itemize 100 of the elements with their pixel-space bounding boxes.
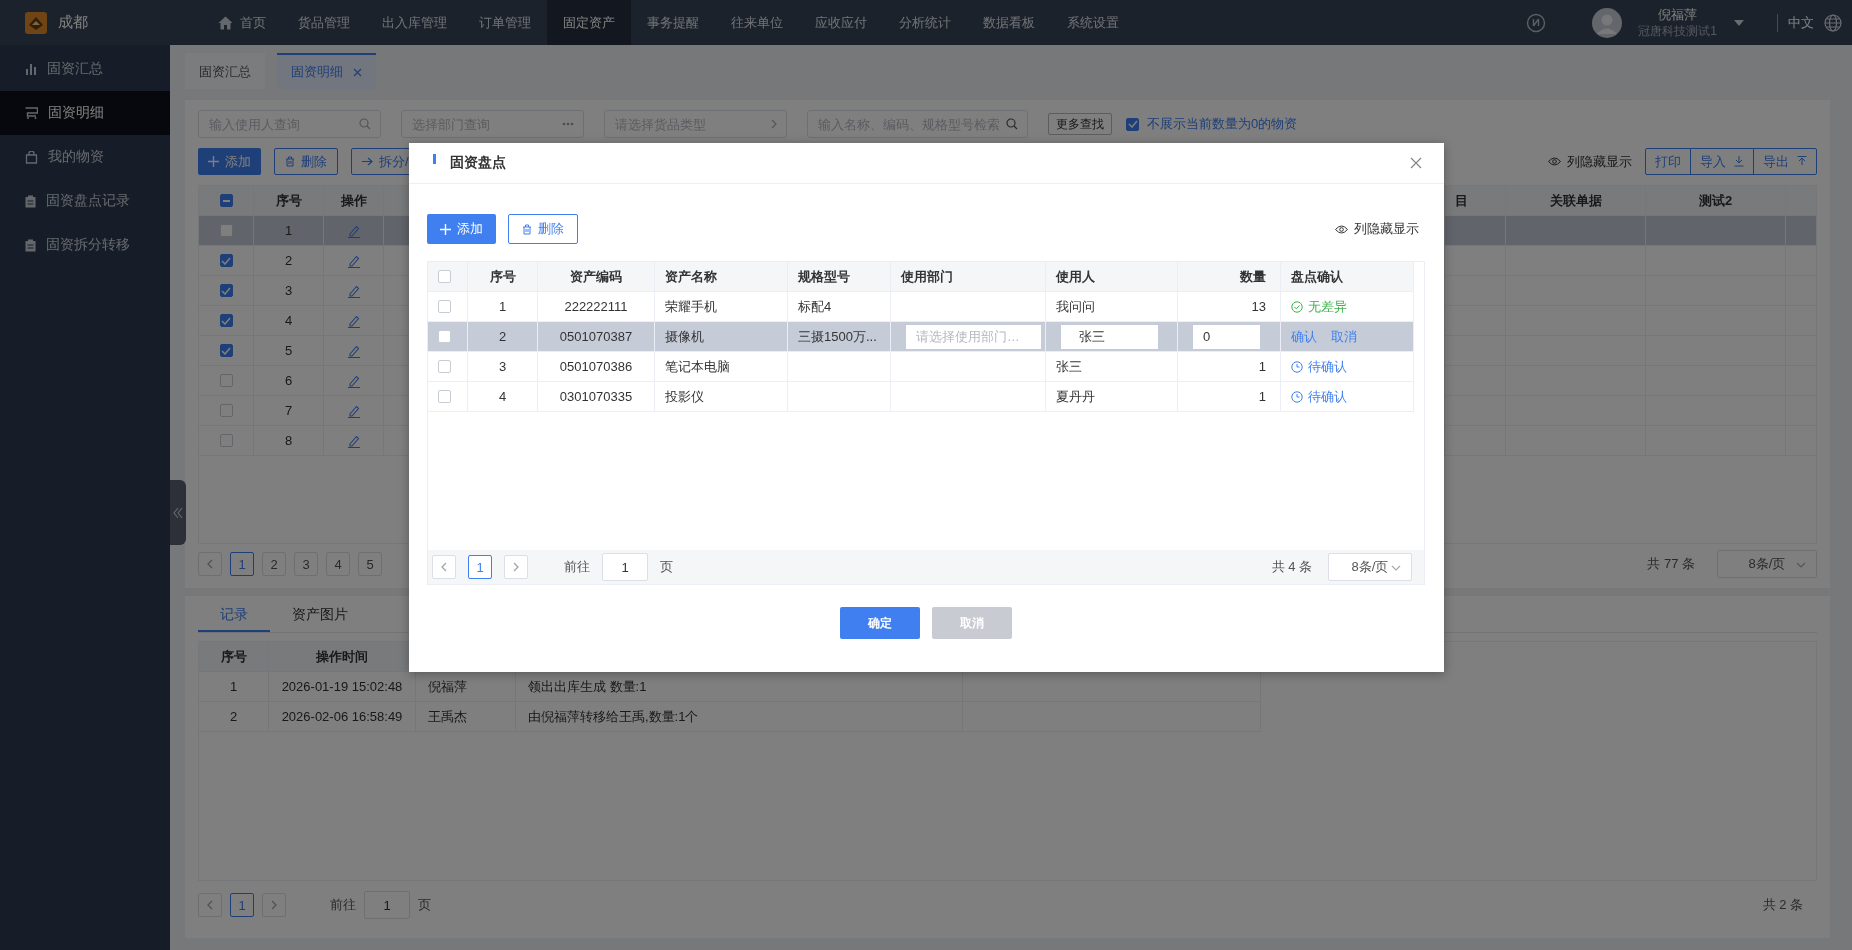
checkbox[interactable] [219,434,233,447]
page-button[interactable]: 1 [468,555,492,579]
caret-icon[interactable] [1733,18,1745,27]
nav-menu-item[interactable]: 数据看板 [967,0,1051,45]
edit-icon[interactable] [346,433,361,448]
checkbox[interactable] [219,254,233,267]
checkbox[interactable] [219,284,233,297]
page-button[interactable]: 2 [262,552,286,576]
action-link[interactable]: 确认 [1291,327,1317,346]
column-toggle-button[interactable]: 列隐藏显示 [1335,220,1419,238]
page-button[interactable]: 1 [230,893,254,917]
globe-icon[interactable] [1824,13,1842,32]
nav-menu-item[interactable]: 应收应付 [799,0,883,45]
nav-menu-item[interactable]: 固定资产 [547,0,631,45]
page-tab[interactable]: 固资明细 [277,53,376,89]
nav-menu-item[interactable]: 出入库管理 [366,0,463,45]
page-size-select[interactable]: 8条/页 [1717,550,1817,578]
nav-menu-item[interactable]: 货品管理 [282,0,366,45]
page-input[interactable]: 1 [364,891,410,919]
sidebar-item[interactable]: 固资拆分转移 [0,223,170,267]
table-cell: 3 [254,276,324,305]
page-button[interactable]: 1 [230,552,254,576]
bag-icon [25,150,38,164]
checkbox[interactable] [219,344,233,357]
nav-menu-item[interactable]: 订单管理 [463,0,547,45]
previous-page-button[interactable] [198,893,222,917]
chevron-right-icon [771,119,777,129]
edit-icon[interactable] [346,223,361,238]
table-cell: 我问问 [1046,292,1178,321]
nav-menu-item[interactable]: 往来单位 [715,0,799,45]
previous-page-button[interactable] [432,555,456,579]
trash-icon [285,156,295,167]
bar-chart-icon [25,63,37,75]
tab[interactable]: 资产图片 [270,600,370,632]
nav-menu-item[interactable]: 首页 [202,0,282,45]
edit-icon[interactable] [346,343,361,358]
nav-menu-item[interactable]: 事务提醒 [631,0,715,45]
checkbox[interactable] [438,390,451,403]
print-button[interactable]: 打印 [1646,149,1690,174]
edit-icon[interactable] [346,313,361,328]
table-row[interactable]: 3 0501070386 笔记本电脑 张三 1 待确认 [428,352,1414,382]
table-row[interactable]: 4 0301070335 投影仪 夏丹丹 1 待确认 [428,382,1414,412]
edit-icon[interactable] [346,403,361,418]
page-input[interactable]: 1 [602,553,648,581]
column-toggle-button[interactable]: 列隐藏显示 [1548,152,1632,171]
add-button[interactable]: 添加 [198,148,261,175]
export-button[interactable]: 导出 [1753,149,1816,174]
nav-menu-item[interactable]: 系统设置 [1051,0,1135,45]
next-page-button[interactable] [262,893,286,917]
sidebar-item[interactable]: 我的物资 [0,135,170,179]
checkbox[interactable] [219,224,233,237]
more-search-button[interactable]: 更多查找 [1048,113,1112,135]
close-icon[interactable] [1410,157,1422,169]
page-button[interactable]: 3 [294,552,318,576]
status-label: 无差异 [1291,297,1347,316]
checkbox[interactable] [219,404,233,417]
table-cell: 13 [1178,292,1281,321]
add-button[interactable]: 添加 [427,214,496,244]
sidebar-item[interactable]: 固资盘点记录 [0,179,170,223]
collapse-handle[interactable] [170,480,186,545]
checkbox[interactable] [219,314,233,327]
table-cell: 1 [1178,352,1281,381]
delete-button[interactable]: 删除 [274,148,338,175]
edit-icon[interactable] [346,283,361,298]
page-button[interactable]: 4 [326,552,350,576]
sidebar-item[interactable]: 固资明细 [0,91,170,135]
chevron-left-icon [440,562,448,572]
checkbox[interactable] [438,360,451,373]
page-button[interactable]: 5 [358,552,382,576]
language-label[interactable]: 中文 [1788,13,1814,32]
column-header: 使用部门 [891,262,1046,291]
edit-icon[interactable] [346,373,361,388]
checkbox[interactable] [438,330,451,343]
page-size-select[interactable]: 8条/页 [1328,553,1412,581]
import-button[interactable]: 导入 [1690,149,1753,174]
checkbox[interactable] [438,300,451,313]
table-row[interactable]: 2 0501070387 摄像机 三摄1500万... 请选择使用部门… 张三 0 确认 取消 [428,322,1414,352]
sidebar-item[interactable]: 固资汇总 [0,47,170,91]
badge-icon[interactable] [1526,12,1547,33]
user-input[interactable]: 张三 [1061,324,1158,349]
nav-menu-item[interactable]: 分析统计 [883,0,967,45]
quantity-input[interactable]: 0 [1193,324,1260,349]
confirm-button[interactable]: 确定 [840,607,920,639]
user-name: 倪福萍 [1658,6,1698,23]
action-link[interactable]: 取消 [1331,327,1357,346]
table-cell: 1 [1178,382,1281,411]
avatar[interactable] [1592,7,1623,38]
previous-page-button[interactable] [198,552,222,576]
close-icon[interactable] [353,67,362,77]
checkbox[interactable] [219,374,233,387]
next-page-button[interactable] [504,555,528,579]
checkbox[interactable] [1126,117,1139,131]
department-select[interactable]: 请选择使用部门… [906,324,1041,349]
checkbox[interactable] [219,194,233,207]
tab[interactable]: 记录 [198,600,270,632]
table-cell: 张三 [1046,352,1178,381]
delete-button[interactable]: 删除 [508,214,578,244]
page-tab[interactable]: 固资汇总 [185,53,265,89]
edit-icon[interactable] [346,253,361,268]
checkbox[interactable] [438,270,451,283]
